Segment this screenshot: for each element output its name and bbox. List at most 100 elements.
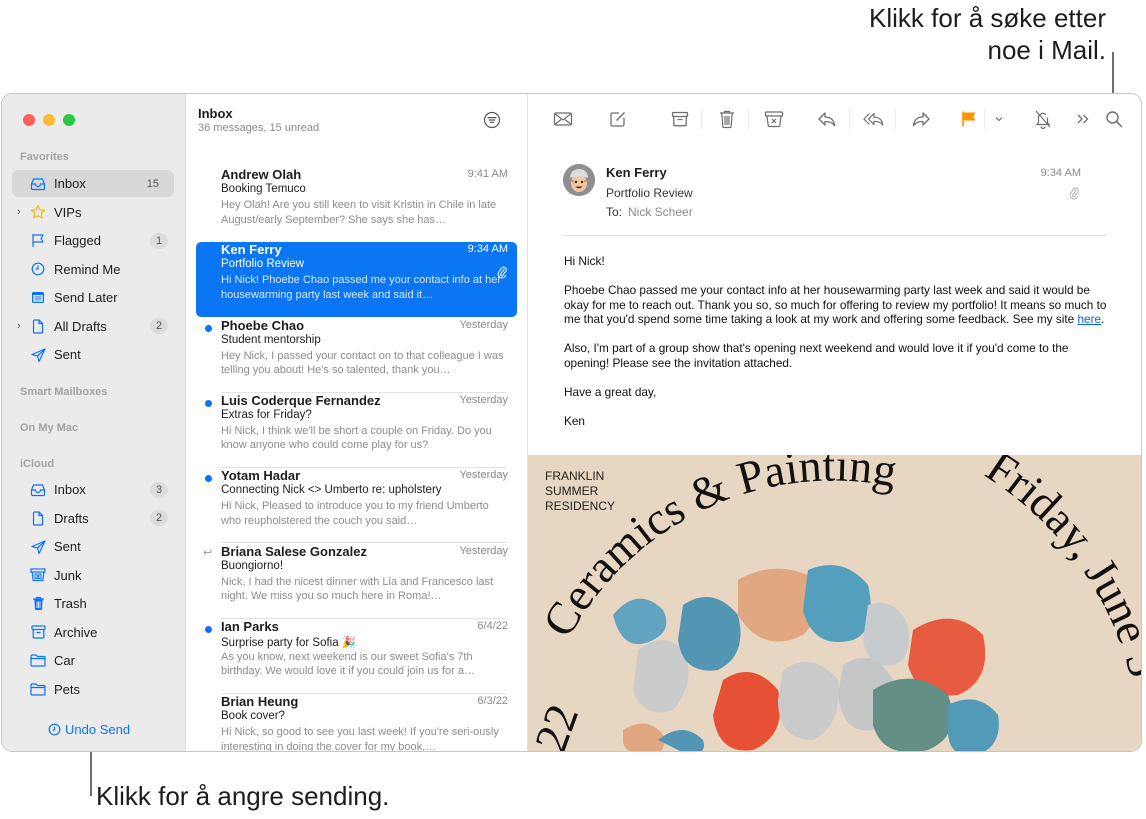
- message-sender: Ken Ferry: [221, 242, 282, 258]
- message-subject: Student mentorship: [221, 333, 321, 346]
- paperclip-icon: [1069, 187, 1079, 200]
- sidebar-item-flagged[interactable]: Flagged 1: [12, 227, 174, 254]
- message-time: 9:34 AM: [1040, 167, 1081, 179]
- message-row[interactable]: Phoebe Chao Yesterday Student mentorship He…: [196, 318, 517, 393]
- document-icon: [30, 318, 46, 334]
- mute-button[interactable]: [1032, 108, 1054, 130]
- message-subject: Portfolio Review: [221, 258, 305, 271]
- flag-button[interactable]: [958, 108, 980, 130]
- compose-icon: [610, 112, 625, 127]
- message-date: Yesterday: [459, 544, 508, 557]
- message-sender: Brian Heung: [221, 694, 299, 710]
- recipient-name[interactable]: Nick Scheer: [628, 205, 693, 219]
- mail-window: Favorites Inbox 15 › VIPs Flagged 1 Remind Me S…: [1, 93, 1142, 752]
- sidebar-item-icloud-car[interactable]: Car: [12, 647, 174, 674]
- message-subject: Extras for Friday?: [221, 408, 312, 421]
- sidebar-item-send-later[interactable]: Send Later: [12, 284, 174, 311]
- message-preview: Nick, I had the nicest dinner with Lia a…: [221, 575, 494, 603]
- minimize-button[interactable]: [43, 114, 55, 126]
- message-row[interactable]: ↩ Briana Salese Gonzalez Yesterday Buongior…: [196, 544, 517, 619]
- delete-button[interactable]: [716, 108, 738, 130]
- unread-count-badge: 1: [150, 232, 168, 249]
- sidebar-item-icloud-drafts[interactable]: Drafts 2: [12, 505, 174, 532]
- message-subject: Portfolio Review: [606, 186, 693, 200]
- message-subject: Book cover?: [221, 710, 285, 723]
- compose-button[interactable]: [607, 108, 629, 130]
- forward-icon: [912, 112, 930, 127]
- message-row[interactable]: Yotam Hadar Yesterday Connecting Nick <> U…: [196, 468, 517, 544]
- get-mail-button[interactable]: [552, 108, 574, 130]
- sidebar-item-icloud-sent[interactable]: Sent: [12, 533, 174, 560]
- invitation-attachment[interactable]: Ceramics & Painting Friday, June 3 22 FR…: [528, 455, 1141, 751]
- sidebar-item-sent[interactable]: Sent: [12, 341, 174, 368]
- toolbar-divider: [984, 109, 985, 129]
- disclosure-chevron-icon[interactable]: ›: [17, 320, 21, 332]
- message-row[interactable]: Brian Heung 6/3/22 Book cover? Hi Nick, so …: [196, 694, 517, 752]
- message-sender: Phoebe Chao: [221, 317, 305, 333]
- toolbar-divider: [701, 109, 702, 129]
- unread-dot-icon: [205, 324, 212, 332]
- sender-name[interactable]: Ken Ferry: [606, 165, 667, 180]
- message-subject: Surprise party for Sofia 🎉: [221, 636, 357, 649]
- sidebar-item-vips[interactable]: › VIPs: [12, 199, 174, 226]
- replied-arrow-icon: ↩: [203, 546, 213, 559]
- sidebar-item-icloud-pets[interactable]: Pets: [12, 676, 174, 703]
- body-text-span: .: [1101, 312, 1105, 326]
- body-signature: Ken: [564, 413, 585, 428]
- section-smart-mailboxes[interactable]: Smart Mailboxes: [20, 386, 107, 398]
- trash-icon: [720, 110, 734, 129]
- section-on-my-mac[interactable]: On My Mac: [20, 422, 78, 434]
- message-row[interactable]: Luis Coderque Fernandez Yesterday Extras f…: [196, 393, 517, 468]
- more-button[interactable]: [1072, 108, 1094, 130]
- search-button[interactable]: [1103, 108, 1125, 130]
- archive-button[interactable]: [669, 108, 691, 130]
- message-sender: Ian Parks: [221, 618, 279, 634]
- sidebar-item-icloud-inbox[interactable]: Inbox 3: [12, 476, 174, 503]
- disclosure-chevron-icon[interactable]: ›: [17, 206, 21, 218]
- archive-icon: [30, 624, 46, 640]
- junk-icon: [764, 111, 784, 128]
- undo-callout: Klikk for å angre sending.: [96, 781, 390, 811]
- portfolio-link[interactable]: here: [1078, 312, 1102, 326]
- sidebar-item-remind-me[interactable]: Remind Me: [12, 256, 174, 283]
- unread-count-badge: 3: [150, 481, 168, 498]
- message-preview: Hi Nick, Pleased to introduce you to my …: [221, 500, 489, 527]
- sidebar-item-icloud-archive[interactable]: Archive: [12, 619, 174, 646]
- reply-all-icon: [863, 112, 884, 126]
- reply-all-button[interactable]: [863, 108, 885, 130]
- message-date: Yesterday: [459, 393, 508, 406]
- junk-button[interactable]: [763, 108, 785, 130]
- close-button[interactable]: [23, 114, 35, 126]
- message-row[interactable]: Ian Parks 6/4/22 Surprise party for Sofia …: [196, 619, 517, 694]
- message-viewer: Ken Ferry Portfolio Review To: Nick Schee…: [528, 94, 1141, 751]
- paperclip-icon: [497, 265, 507, 284]
- attachment-indicator: [1069, 186, 1079, 205]
- section-favorites[interactable]: Favorites: [20, 151, 69, 163]
- message-row[interactable]: Ken Ferry 9:34 AM Portfolio Review Hi Nick!…: [196, 242, 517, 318]
- sidebar-item-inbox[interactable]: Inbox 15: [12, 170, 174, 197]
- message-sender: Yotam Hadar: [221, 468, 301, 484]
- calendar-icon: [30, 290, 46, 306]
- zoom-button[interactable]: [63, 114, 75, 126]
- reply-button[interactable]: [816, 108, 838, 130]
- invitation-organizer: FRANKLIN SUMMER RESIDENCY: [545, 469, 615, 514]
- sidebar-item-all-drafts[interactable]: › All Drafts 2: [12, 313, 174, 340]
- sidebar-item-label: Drafts: [54, 510, 89, 526]
- toolbar-divider: [895, 109, 896, 129]
- message-preview: Hi Nick, so good to see you last week! I…: [221, 726, 499, 752]
- message-subject: Buongiorno!: [221, 559, 284, 572]
- undo-send-button[interactable]: Undo Send: [48, 722, 130, 737]
- message-preview: Hey Nick, I passed your contact on to th…: [221, 349, 504, 377]
- sidebar-item-label: Car: [54, 653, 75, 668]
- flag-menu-button[interactable]: [988, 108, 1010, 130]
- forward-button[interactable]: [910, 108, 932, 130]
- section-icloud[interactable]: iCloud: [20, 458, 54, 470]
- message-row[interactable]: Andrew Olah 9:41 AM Booking Temuco Hey Olah…: [196, 167, 517, 242]
- sidebar-item-icloud-junk[interactable]: Junk: [12, 562, 174, 589]
- sidebar-item-icloud-trash[interactable]: Trash: [12, 590, 174, 617]
- sidebar-item-label: VIPs: [54, 204, 82, 220]
- body-paragraph-2: Also, I'm part of a group show that's op…: [564, 341, 1069, 370]
- filter-button[interactable]: [483, 111, 501, 134]
- sidebar-item-label: Archive: [54, 624, 98, 640]
- message-date: 9:34 AM: [467, 243, 508, 256]
